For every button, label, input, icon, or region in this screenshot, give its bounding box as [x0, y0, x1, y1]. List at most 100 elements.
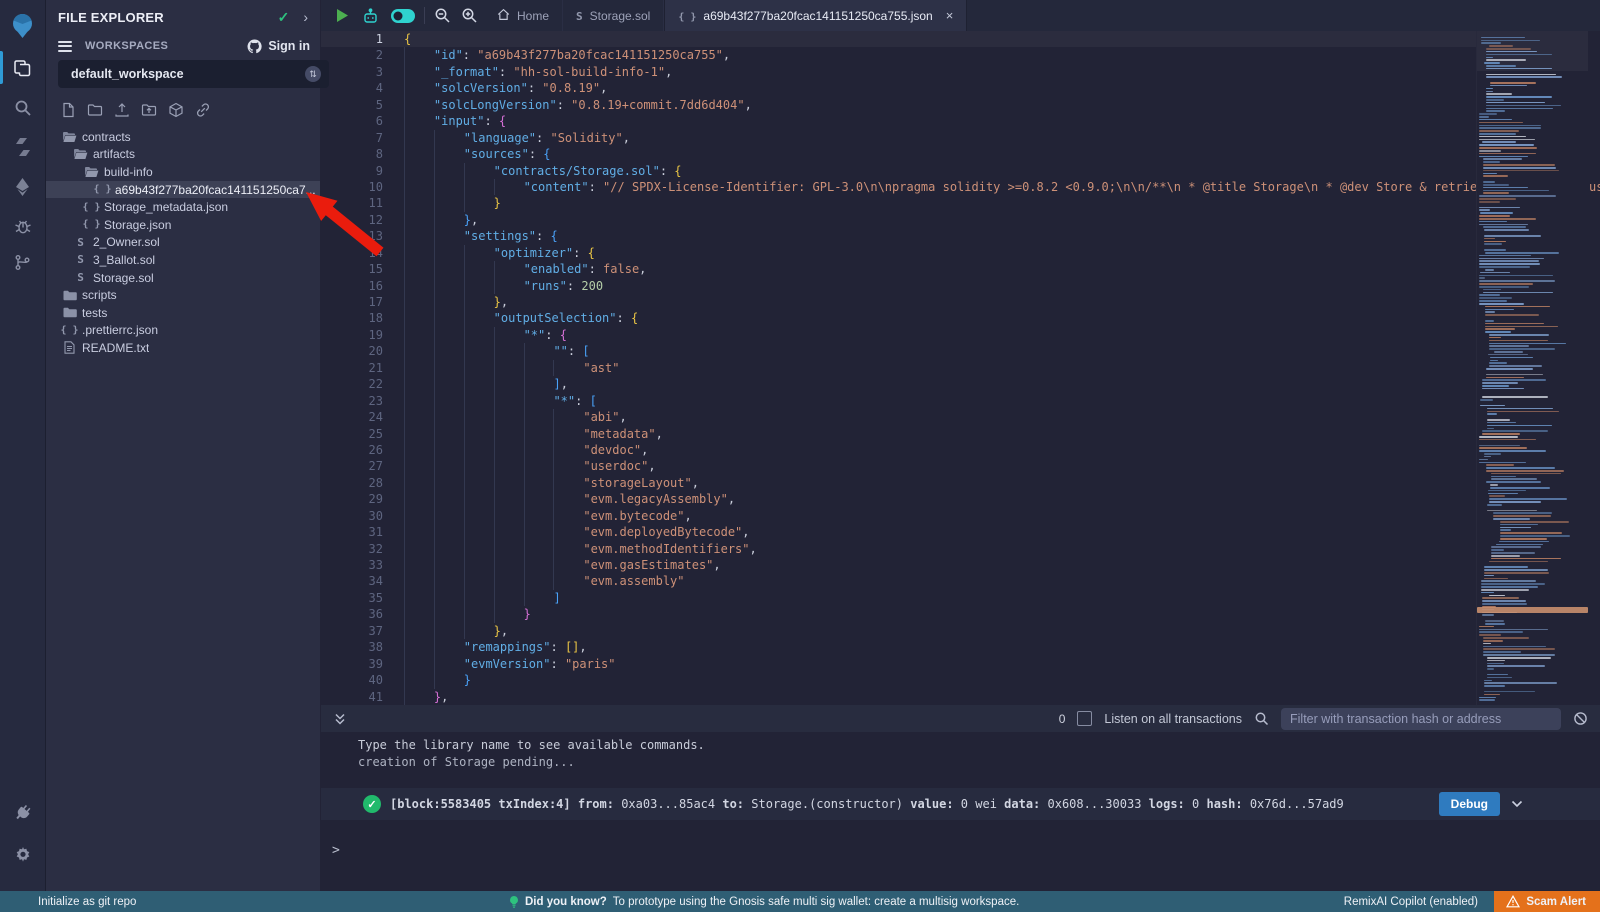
deploy-and-run-icon[interactable] [0, 170, 45, 204]
code-line[interactable]: 17}, [321, 294, 1600, 310]
scam-alert-badge[interactable]: Scam Alert [1494, 891, 1600, 912]
git-init-status[interactable]: Initialize as git repo [38, 896, 136, 908]
tree-item-storage-json[interactable]: { }Storage.json [46, 216, 320, 234]
upload-file-icon[interactable] [114, 102, 131, 119]
code-line[interactable]: 24"abi", [321, 409, 1600, 425]
tree-item-3-ballot-sol[interactable]: S3_Ballot.sol [46, 251, 320, 269]
code-line[interactable]: 15"enabled": false, [321, 261, 1600, 277]
file-explorer-icon[interactable] [0, 51, 45, 85]
transaction-filter-input[interactable] [1281, 708, 1561, 730]
code-line[interactable]: 36} [321, 606, 1600, 622]
terminal-collapse-icon[interactable] [333, 712, 347, 726]
code-line[interactable]: 27"userdoc", [321, 458, 1600, 474]
code-line[interactable]: 31"evm.deployedBytecode", [321, 524, 1600, 540]
tree-item-contracts[interactable]: contracts [46, 128, 320, 146]
code-line[interactable]: 22], [321, 376, 1600, 392]
zoom-out-icon[interactable] [434, 0, 451, 31]
run-script-play-icon[interactable] [336, 0, 349, 31]
create-new-folder-icon[interactable] [87, 102, 104, 119]
editor-minimap[interactable]: us [1476, 31, 1600, 705]
code-line[interactable]: 41}, [321, 689, 1600, 705]
code-line[interactable]: 26"devdoc", [321, 442, 1600, 458]
settings-gear-icon[interactable] [0, 838, 45, 872]
code-line[interactable]: 33"evm.gasEstimates", [321, 557, 1600, 573]
tab-close-icon[interactable]: × [946, 9, 954, 22]
code-line[interactable]: 6"input": { [321, 113, 1600, 129]
code-line[interactable]: 4"solcVersion": "0.8.19", [321, 80, 1600, 96]
tab-storage-sol[interactable]: SStorage.sol [563, 0, 664, 31]
workspace-sort-icon[interactable]: ⇅ [305, 66, 321, 82]
clear-console-icon[interactable] [1573, 711, 1588, 726]
code-line[interactable]: 40} [321, 672, 1600, 688]
code-line[interactable]: 28"storageLayout", [321, 475, 1600, 491]
accept-check-icon[interactable]: ✓ [278, 9, 290, 26]
code-line[interactable]: 16"runs": 200 [321, 278, 1600, 294]
terminal-prompt[interactable]: > [332, 843, 340, 858]
solidity-compiler-icon[interactable] [0, 130, 45, 164]
code-line[interactable]: 38"remappings": [], [321, 639, 1600, 655]
tree-item--prettierrc-json[interactable]: { }.prettierrc.json [46, 322, 320, 340]
workspace-select[interactable]: default_workspace ⇅ [58, 60, 329, 88]
code-line[interactable]: 11} [321, 195, 1600, 211]
code-line[interactable]: 37}, [321, 623, 1600, 639]
copilot-status[interactable]: RemixAI Copilot (enabled) [1344, 896, 1478, 908]
tree-item-tests[interactable]: tests [46, 304, 320, 322]
tab-home[interactable]: Home [484, 0, 563, 31]
tree-item-2-owner-sol[interactable]: S2_Owner.sol [46, 234, 320, 252]
git-icon[interactable] [0, 245, 45, 279]
expand-transaction-caret-icon[interactable] [1510, 797, 1524, 811]
tree-item-storage-sol[interactable]: SStorage.sol [46, 269, 320, 287]
code-line[interactable]: 29"evm.legacyAssembly", [321, 491, 1600, 507]
code-line[interactable]: 5"solcLongVersion": "0.8.19+commit.7dd6d… [321, 97, 1600, 113]
code-line[interactable]: 21"ast" [321, 360, 1600, 376]
tree-item-scripts[interactable]: scripts [46, 286, 320, 304]
code-line[interactable]: 20"": [ [321, 343, 1600, 359]
remix-ai-robot-icon[interactable] [362, 0, 379, 31]
code-line[interactable]: 8"sources": { [321, 146, 1600, 162]
code-line[interactable]: 30"evm.bytecode", [321, 508, 1600, 524]
tab-a69b43f277ba20fcac141151250ca755-json[interactable]: { }a69b43f277ba20fcac141151250ca755.json… [664, 0, 967, 31]
code-line[interactable]: 3"_format": "hh-sol-build-info-1", [321, 64, 1600, 80]
code-line[interactable]: 32"evm.methodIdentifiers", [321, 541, 1600, 557]
code-line[interactable]: 19"*": { [321, 327, 1600, 343]
terminal-search-icon[interactable] [1254, 711, 1269, 726]
transaction-log-row[interactable]: ✓ [block:5583405 txIndex:4] from: 0xa03.… [321, 788, 1600, 820]
create-box-icon[interactable] [168, 102, 185, 119]
code-line[interactable]: 14"optimizer": { [321, 245, 1600, 261]
search-icon[interactable] [0, 91, 45, 125]
code-line[interactable]: 39"evmVersion": "paris" [321, 656, 1600, 672]
github-sign-in-button[interactable]: Sign in [247, 39, 310, 54]
ai-toggle-switch[interactable] [391, 0, 415, 31]
indent-guide [404, 491, 434, 507]
chevron-right-icon[interactable]: › [303, 9, 308, 25]
plugin-manager-icon[interactable] [0, 796, 45, 830]
tree-item-readme-txt[interactable]: README.txt [46, 339, 320, 357]
code-line[interactable]: 10"content": "// SPDX-License-Identifier… [321, 179, 1600, 195]
workspace-menu-icon[interactable] [58, 38, 72, 54]
create-new-file-icon[interactable] [60, 102, 77, 119]
remix-logo-icon[interactable] [0, 8, 45, 42]
code-line[interactable]: 12}, [321, 212, 1600, 228]
code-line[interactable]: 13"settings": { [321, 228, 1600, 244]
upload-folder-icon[interactable] [141, 102, 158, 119]
code-line[interactable]: 35] [321, 590, 1600, 606]
link-icon[interactable] [195, 102, 212, 119]
debugger-icon[interactable] [0, 209, 45, 243]
debug-button[interactable]: Debug [1439, 792, 1500, 816]
zoom-in-icon[interactable] [461, 0, 478, 31]
code-line[interactable]: 25"metadata", [321, 426, 1600, 442]
code-line[interactable]: 7"language": "Solidity", [321, 130, 1600, 146]
code-editor[interactable]: 1{2"id": "a69b43f277ba20fcac141151250ca7… [321, 31, 1600, 705]
tree-item-storage-metadata-json[interactable]: { }Storage_metadata.json [46, 198, 320, 216]
token-pun: , [750, 542, 757, 556]
tree-item-a69b43f277ba20fcac141151250ca7-[interactable]: { }a69b43f277ba20fcac141151250ca7... [46, 181, 320, 199]
code-line[interactable]: 23"*": [ [321, 393, 1600, 409]
tree-item-build-info[interactable]: build-info [46, 163, 320, 181]
listen-all-transactions-checkbox[interactable] [1077, 711, 1092, 726]
code-line[interactable]: 34"evm.assembly" [321, 573, 1600, 589]
tree-item-artifacts[interactable]: artifacts [46, 146, 320, 164]
code-line[interactable]: 1{ [321, 31, 1600, 47]
code-line[interactable]: 2"id": "a69b43f277ba20fcac141151250ca755… [321, 47, 1600, 63]
code-line[interactable]: 18"outputSelection": { [321, 310, 1600, 326]
code-line[interactable]: 9"contracts/Storage.sol": { [321, 163, 1600, 179]
